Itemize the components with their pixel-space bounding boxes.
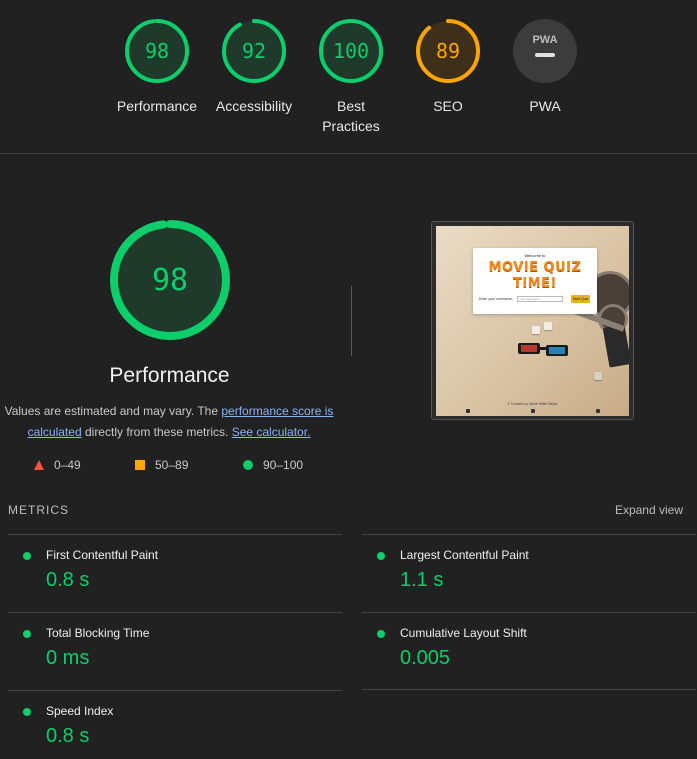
best-practices-label: Best Practices [322, 98, 380, 134]
estimate-note: Values are estimated and may vary. The p… [4, 401, 334, 443]
best-practices-gauge-ring: 100 [319, 19, 383, 83]
metric-value: 0.8 s [46, 569, 90, 591]
lighthouse-report: 98 Performance 92 Accessibility 100 Best… [0, 0, 697, 759]
pass-dot-icon [377, 630, 385, 638]
thumbnail-footer: © Created by Marie Hillier Beyer [507, 402, 558, 406]
header-divider [0, 153, 697, 154]
legend-pass: 90–100 [243, 458, 303, 472]
main-performance-gauge: 98 [110, 220, 230, 340]
score-legend: 0–49 50–89 90–100 [0, 458, 339, 476]
social-icon-2 [531, 409, 535, 413]
pass-dot-icon [23, 708, 31, 716]
metric-name: Cumulative Layout Shift [400, 626, 527, 640]
metric-value: 1.1 s [400, 569, 444, 591]
metric-name: Largest Contentful Paint [400, 548, 529, 562]
performance-score: 98 [145, 39, 169, 63]
accessibility-gauge-ring: 92 [222, 19, 286, 83]
note-middle: directly from these metrics. [81, 425, 232, 439]
username-input: Your Username [517, 296, 563, 302]
pwa-icon: PWA [513, 19, 577, 83]
metric-total-blocking-time: Total Blocking Time 0 ms [8, 612, 342, 688]
pass-circle-icon [243, 460, 253, 470]
username-label: Enter your username: [479, 297, 513, 301]
pass-dot-icon [377, 552, 385, 560]
pwa-badge-text: PWA [532, 34, 557, 46]
gauge-accessibility[interactable]: 92 Accessibility [204, 18, 304, 116]
gauge-best-practices[interactable]: 100 Best Practices [301, 18, 401, 136]
category-gauges: 98 Performance 92 Accessibility 100 Best… [0, 0, 697, 153]
quiz-card: Welcome to MOVIE QUIZ TIME! Enter your u… [473, 248, 597, 314]
dice-icon [532, 326, 540, 334]
performance-gauge-ring: 98 [125, 19, 189, 83]
quiz-welcome: Welcome to [524, 253, 546, 258]
metrics-divider [362, 689, 696, 690]
expand-view-toggle[interactable]: Expand view [615, 503, 683, 517]
metrics-header: METRICS [8, 503, 69, 517]
seo-score: 89 [436, 39, 460, 63]
see-calculator-link[interactable]: See calculator. [232, 425, 311, 439]
legend-average: 50–89 [135, 458, 188, 472]
legend-pass-label: 90–100 [263, 458, 304, 472]
phone-icon [602, 324, 629, 368]
main-performance-title: Performance [109, 364, 230, 387]
metric-name: First Contentful Paint [46, 548, 159, 562]
metric-largest-contentful-paint: Largest Contentful Paint 1.1 s [362, 534, 696, 610]
average-square-icon [135, 460, 145, 470]
accessibility-score: 92 [242, 39, 266, 63]
gauge-pwa[interactable]: PWA PWA [495, 18, 595, 116]
metric-value: 0.8 s [46, 725, 90, 747]
pass-dot-icon [23, 630, 31, 638]
accessibility-label: Accessibility [215, 98, 293, 114]
final-screenshot[interactable]: Welcome to MOVIE QUIZ TIME! Enter your u… [431, 221, 634, 420]
vertical-divider [351, 286, 352, 356]
pass-dot-icon [23, 552, 31, 560]
screenshot-image: Welcome to MOVIE QUIZ TIME! Enter your u… [436, 226, 629, 416]
fail-triangle-icon [34, 460, 44, 470]
main-performance-score: 98 [152, 263, 188, 298]
thumbnail-social-icons [436, 409, 629, 415]
metric-cumulative-layout-shift: Cumulative Layout Shift 0.005 [362, 612, 696, 688]
quiz-form: Enter your username: Your Username Start… [479, 295, 591, 304]
legend-average-label: 50–89 [155, 458, 189, 472]
note-prefix: Values are estimated and may vary. The [4, 404, 222, 418]
gauge-performance[interactable]: 98 Performance [107, 18, 207, 116]
metric-name: Total Blocking Time [46, 626, 150, 640]
seo-gauge-ring: 89 [416, 19, 480, 83]
gauge-seo[interactable]: 89 SEO [398, 18, 498, 116]
metric-name: Speed Index [46, 704, 114, 718]
3d-glasses-icon [518, 343, 568, 356]
start-quiz-button: Start Quiz [571, 295, 590, 303]
seo-label: SEO [433, 98, 463, 114]
performance-label: Performance [116, 98, 198, 114]
social-icon-3 [596, 409, 600, 413]
quiz-title: MOVIE QUIZ TIME! [488, 260, 582, 291]
metric-value: 0.005 [400, 647, 451, 669]
metric-value: 0 ms [46, 647, 90, 669]
metric-speed-index: Speed Index 0.8 s [8, 690, 342, 759]
metric-first-contentful-paint: First Contentful Paint 0.8 s [8, 534, 342, 610]
best-practices-score: 100 [333, 39, 369, 63]
dice-icon-3 [594, 372, 602, 380]
legend-fail: 0–49 [34, 458, 81, 472]
dice-icon-2 [544, 322, 552, 330]
pwa-label: PWA [529, 98, 561, 114]
legend-fail-label: 0–49 [54, 458, 81, 472]
social-icon-1 [466, 409, 470, 413]
